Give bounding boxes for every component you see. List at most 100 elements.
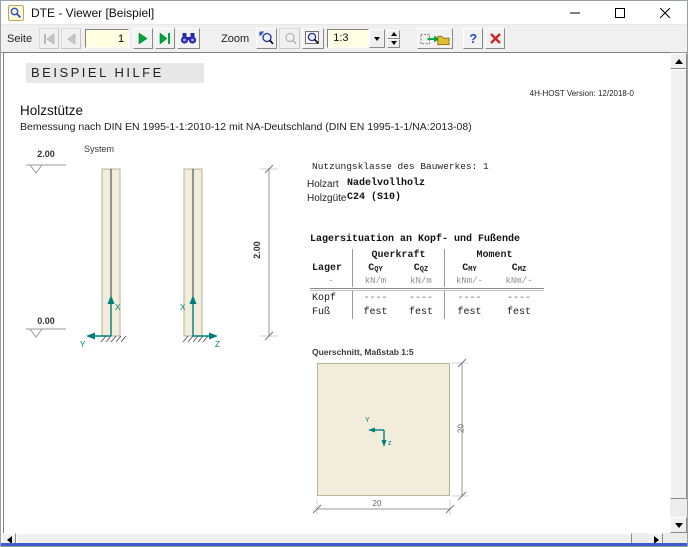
zoom-in-button[interactable]: +	[256, 28, 277, 49]
holzart-label: Holzart	[307, 179, 339, 190]
bearing-table-title: Lagersituation an Kopf- und Fußende	[310, 234, 520, 245]
help-icon: ?	[469, 31, 477, 46]
last-page-button[interactable]	[155, 28, 175, 49]
document-title: Holzstütze	[20, 103, 83, 118]
page-label: Seite	[7, 33, 32, 45]
row-kopf-label: Kopf	[310, 291, 352, 305]
axis-z-arrow	[209, 333, 218, 340]
toolbar: Seite Zoom + 1:3	[1, 25, 687, 53]
row-kopf-cqy: ----	[352, 291, 398, 305]
holzart-value: Nadelvollholz	[347, 178, 425, 189]
row-kopf-cqz: ----	[398, 291, 444, 305]
help-button[interactable]: ?	[463, 28, 483, 49]
last-page-icon	[159, 33, 171, 44]
scroll-up-icon	[675, 59, 683, 64]
next-page-icon	[138, 33, 148, 44]
axis-x-label-side: X	[180, 303, 185, 312]
elevation-bottom-marker-icon	[30, 329, 42, 337]
vertical-scrollbar[interactable]	[670, 53, 687, 533]
next-page-button[interactable]	[133, 28, 153, 49]
spinner-up-button[interactable]	[387, 30, 400, 39]
zoom-fit-icon	[305, 31, 321, 46]
zoom-fit-button[interactable]	[302, 28, 324, 49]
col-header-cmy: CMY	[444, 262, 494, 275]
support-hatch-side	[183, 336, 208, 342]
col-header-lager: Lager	[310, 262, 352, 275]
bearing-table: Querkraft Moment Lager CQY CQZ CMY CMZ -…	[310, 249, 544, 319]
chevron-down-icon	[374, 37, 380, 41]
row-fuss-cqz: fest	[398, 305, 444, 319]
spinner-up-icon	[391, 32, 397, 36]
maximize-icon	[615, 8, 625, 18]
zoom-out-button[interactable]	[279, 28, 300, 49]
viewer-window: DTE - Viewer [Beispiel] Seite Zoom	[0, 0, 688, 547]
spinner-down-button[interactable]	[387, 39, 400, 48]
zoom-scale-combo[interactable]: 1:3	[327, 29, 385, 48]
zoom-out-icon	[282, 31, 297, 46]
minimize-button[interactable]	[552, 1, 597, 24]
holzguete-value: C24 (S10)	[347, 192, 401, 203]
spinner-down-icon	[391, 41, 397, 45]
window-bottom-border	[1, 543, 687, 546]
section-axis-y-label: Y	[365, 417, 370, 424]
col-header-cmz: CMZ	[494, 262, 544, 275]
document-subtitle: Bemessung nach DIN EN 1995-1-1:2010-12 m…	[20, 121, 472, 133]
window-title: DTE - Viewer [Beispiel]	[31, 6, 154, 20]
export-button[interactable]	[417, 28, 453, 49]
unit-cmz: kNm/-	[494, 275, 544, 287]
vertical-scroll-thumb[interactable]	[670, 69, 687, 499]
section-axis-z-label: z	[388, 440, 392, 447]
axis-z-label: Z	[215, 340, 220, 349]
binoculars-icon	[180, 32, 197, 45]
app-magnifier-icon	[8, 5, 24, 21]
document-banner: BEISPIEL HILFE	[26, 63, 204, 83]
maximize-button[interactable]	[597, 1, 642, 24]
support-hatch-front	[101, 336, 126, 342]
close-icon	[660, 8, 670, 18]
unit-cmy: kNm/-	[444, 275, 494, 287]
holzguete-label: Holzgüte	[307, 193, 346, 204]
section-axis-y-arrow	[368, 428, 375, 433]
search-button[interactable]	[177, 28, 200, 49]
red-x-icon	[489, 32, 502, 45]
col-header-cqz: CQZ	[398, 262, 444, 275]
scroll-down-button[interactable]	[670, 517, 687, 533]
document-page: BEISPIEL HILFE 4H-HOST Version: 12/2018-…	[3, 52, 670, 533]
row-kopf-cmy: ----	[444, 291, 494, 305]
first-page-icon	[43, 34, 55, 44]
section-height-dimension: 20	[457, 409, 466, 449]
close-viewer-button[interactable]	[485, 28, 505, 49]
title-bar: DTE - Viewer [Beispiel]	[1, 1, 687, 25]
unit-cqz: kN/m	[398, 275, 444, 287]
row-fuss-label: Fuß	[310, 305, 352, 319]
elevation-top-marker-icon	[30, 165, 42, 173]
section-axis-z-arrow	[382, 440, 387, 447]
axis-y-label: Y	[80, 340, 85, 349]
zoom-scale-spinner	[387, 30, 400, 48]
axis-y-arrow	[86, 333, 95, 340]
unit-lager: -	[310, 275, 352, 287]
previous-page-icon	[66, 34, 76, 44]
zoom-scale-dropdown-button[interactable]	[369, 29, 385, 48]
previous-page-button[interactable]	[61, 28, 81, 49]
close-button[interactable]	[642, 1, 687, 24]
scroll-up-button[interactable]	[670, 53, 687, 69]
row-fuss-cqy: fest	[352, 305, 398, 319]
row-fuss-cmy: fest	[444, 305, 494, 319]
unit-cqy: kN/m	[352, 275, 398, 287]
scroll-down-icon	[675, 523, 683, 528]
page-number-input[interactable]	[85, 29, 129, 48]
group-header-moment: Moment	[444, 249, 544, 262]
axis-x-label-front: X	[115, 303, 120, 312]
zoom-in-icon: +	[259, 31, 274, 46]
row-fuss-cmz: fest	[494, 305, 544, 319]
version-text: 4H-HOST Version: 12/2018-0	[334, 89, 634, 98]
first-page-button[interactable]	[39, 28, 59, 49]
row-kopf-cmz: ----	[494, 291, 544, 305]
zoom-scale-value[interactable]: 1:3	[327, 29, 369, 48]
usage-class-text: Nutzungsklasse des Bauwerkes: 1	[312, 161, 489, 172]
export-folder-icon	[420, 31, 450, 47]
minimize-icon	[570, 8, 580, 18]
section-width-dimension: 20	[357, 499, 397, 508]
system-diagram	[4, 143, 294, 358]
